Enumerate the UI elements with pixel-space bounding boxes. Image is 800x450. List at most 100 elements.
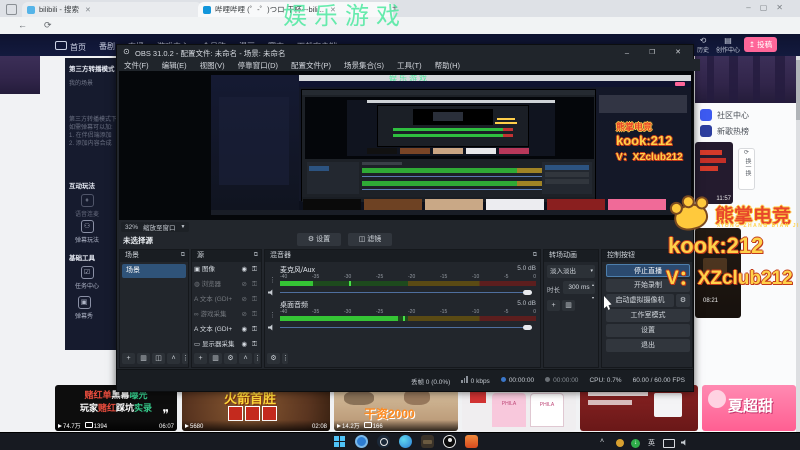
speaker-icon[interactable] xyxy=(268,289,273,296)
tab-search-icon[interactable] xyxy=(6,4,17,15)
obs-preview[interactable]: 娱乐游戏 熊掌电竞 kook:212 V：XZclub212 xyxy=(119,71,693,220)
eye-icon: ◉ xyxy=(241,341,247,348)
video-card-6[interactable]: 夏超甜 xyxy=(702,385,796,431)
exit-button[interactable]: 退出 xyxy=(606,339,690,352)
tray-app-icon[interactable] xyxy=(616,439,624,447)
refresh-feed-button[interactable]: ⟳ 换一换 xyxy=(738,148,755,190)
stream-status-icon xyxy=(500,377,506,382)
popout-ic on[interactable]: ⧉ xyxy=(533,252,537,259)
taskbar-app-edge[interactable] xyxy=(399,435,412,448)
mixer-ch2-slider[interactable] xyxy=(280,325,532,330)
popout-icon[interactable]: ⧉ xyxy=(181,252,185,259)
studio-mode-button[interactable]: 工作室模式 xyxy=(606,309,690,322)
source-row-display-capture[interactable]: ▭ 显示器采集 ◉ ⚿ xyxy=(194,338,259,352)
back-icon[interactable]: ← xyxy=(18,20,27,30)
source-row-image[interactable]: ▣ 图像 ◉ ⚿ xyxy=(194,263,259,277)
volume-icon[interactable] xyxy=(681,439,686,446)
taskbar-app-game[interactable] xyxy=(421,435,434,448)
tray-download-icon[interactable]: ↓ xyxy=(631,439,640,448)
mixer-ch1-slider[interactable] xyxy=(280,290,532,295)
menu-docks[interactable]: 停靠窗口(D) xyxy=(238,60,278,71)
sidebar-item-danmaku-play[interactable]: ⚇ 弹幕玩法 xyxy=(75,220,99,244)
transition-select[interactable]: 淡入淡出 ▾ xyxy=(547,265,595,278)
obs-close-icon[interactable]: ✕ xyxy=(675,48,681,56)
source-up-button[interactable]: ˄ xyxy=(239,353,252,364)
scene-up-button[interactable]: ˄ xyxy=(167,353,180,364)
banner-image-right xyxy=(695,56,800,103)
speaker-icon[interactable] xyxy=(268,324,273,331)
obs-minimize-icon[interactable]: – xyxy=(625,48,629,57)
menu-help[interactable]: 帮助(H) xyxy=(435,60,460,71)
mixer-more-button[interactable]: ⋮ xyxy=(282,353,289,364)
link-community-center[interactable]: 社区中心 xyxy=(700,109,749,121)
tray-expand-icon[interactable]: ˄ xyxy=(600,438,604,445)
sidebar-item-tasks[interactable]: ☑ 任务中心 xyxy=(75,266,99,290)
browser-window-controls[interactable]: –▢✕ xyxy=(746,3,792,12)
refresh-icon[interactable]: ⟳ xyxy=(44,20,52,31)
spinner-arrows-icon[interactable]: ▴ ▾ xyxy=(592,278,594,304)
quote-icon: ❞ xyxy=(162,407,169,421)
filters-button[interactable]: ◫ 滤镜 xyxy=(348,233,392,246)
mixer-settings-button[interactable]: ⚙ xyxy=(267,353,280,364)
drag-grip-icon[interactable]: ⋮ xyxy=(269,276,276,284)
sidebar-item-danmaku-show[interactable]: ▣ 弹幕秀 xyxy=(75,296,93,320)
preview-zoom-control[interactable]: 32% 缩放至窗口 ▼ xyxy=(121,222,190,232)
right-thumb-1[interactable]: 11:57 xyxy=(695,142,733,204)
source-properties-button[interactable]: ⚙ xyxy=(224,353,237,364)
scene-item-selected[interactable]: 场景 xyxy=(122,264,186,278)
add-transition-button[interactable]: + xyxy=(547,300,560,311)
source-row-text1[interactable]: A 文本 (GDI+ ⊘ ⚿ xyxy=(194,293,259,307)
nav-history[interactable]: ⟲ 历史 xyxy=(697,36,709,54)
source-row-game-capture[interactable]: ∞ 游戏采集 ⊘ ⚿ xyxy=(194,308,259,322)
scene-filters-button[interactable]: ◫ xyxy=(152,353,165,364)
transitions-panel: 转场动画 淡入淡出 ▾ 时长 300 ms ▴ ▾ + ▥ xyxy=(543,249,599,368)
taskbar-app-meeting[interactable] xyxy=(355,435,368,448)
menu-file[interactable]: 文件(F) xyxy=(124,60,149,71)
tab1-close-icon[interactable]: ✕ xyxy=(85,6,91,14)
popout-icon[interactable]: ⧉ xyxy=(254,252,258,259)
scene-more-button[interactable]: ⋮ xyxy=(182,353,189,364)
sidebar-item-voice[interactable]: ♦ 语音连麦 xyxy=(75,194,99,218)
page-scrollbar[interactable] xyxy=(796,56,800,432)
menu-tools[interactable]: 工具(T) xyxy=(397,60,422,71)
windows-taskbar: ˄ ↓ 英 20:14 2025/10/28 xyxy=(0,432,800,450)
link-music-chart[interactable]: 新歌热榜 xyxy=(700,125,749,137)
drag-grip-icon[interactable]: ⋮ xyxy=(269,311,276,319)
nav-creator-center[interactable]: ▤ 创作中心 xyxy=(716,36,740,54)
ime-indicator[interactable]: 英 xyxy=(648,438,655,448)
nav-home[interactable]: 首页 xyxy=(55,41,86,53)
menu-view[interactable]: 视图(V) xyxy=(200,60,225,71)
remove-transition-button[interactable]: ▥ xyxy=(562,300,575,311)
obs-logo-icon: ⊙ xyxy=(123,47,130,56)
browser-tab-1[interactable]: bilibili - 搜索 ✕ xyxy=(22,2,202,17)
mic-icon: ♦ xyxy=(80,194,94,207)
add-scene-button[interactable]: + xyxy=(122,353,135,364)
source-settings-button[interactable]: ⚙ 设置 xyxy=(297,233,341,246)
record-status-icon xyxy=(545,377,551,382)
menu-scene-collection[interactable]: 场景集合(S) xyxy=(344,60,384,71)
obs-title-bar[interactable]: ⊙ OBS 31.0.2 - 配置文件: 未命名 - 场景: 未命名 – ❒ ✕ xyxy=(117,45,693,59)
nav-bangumi[interactable]: 番剧 xyxy=(99,41,115,53)
taskbar-app-launcher[interactable] xyxy=(465,435,478,448)
menu-edit[interactable]: 编辑(E) xyxy=(162,60,187,71)
fps: 60.00 / 60.00 FPS xyxy=(632,377,685,384)
duration-spinner[interactable]: 300 ms ▴ ▾ xyxy=(563,281,595,300)
virtual-camera-config-button[interactable]: ⚙ xyxy=(676,294,690,307)
source-row-browser[interactable]: ◍ 浏览器 ⊘ ⚿ xyxy=(194,278,259,292)
remove-scene-button[interactable]: ▥ xyxy=(137,353,150,364)
taskbar-app-steam[interactable] xyxy=(377,435,390,448)
obs-maximize-icon[interactable]: ❒ xyxy=(649,48,655,56)
taskbar-app-obs[interactable] xyxy=(443,435,456,448)
cast-icon[interactable] xyxy=(663,439,675,448)
sidebar-tab[interactable]: 我的场景 xyxy=(69,78,93,87)
video1-title-line2: 玩家赌红踩坑实录 xyxy=(79,403,153,413)
menu-profile[interactable]: 配置文件(P) xyxy=(291,60,331,71)
settings-button[interactable]: 设置 xyxy=(606,324,690,337)
start-button[interactable] xyxy=(333,435,348,450)
source-more-button[interactable]: ⋮ xyxy=(254,353,261,364)
add-source-button[interactable]: + xyxy=(194,353,207,364)
source-row-text2[interactable]: A 文本 (GDI+ ◉ ⚿ xyxy=(194,323,259,337)
virtual-camera-button[interactable]: 启动虚拟摄像机 xyxy=(606,294,674,307)
remove-source-button[interactable]: ▥ xyxy=(209,353,222,364)
upload-button[interactable]: ↥ 投稿 xyxy=(744,37,777,52)
